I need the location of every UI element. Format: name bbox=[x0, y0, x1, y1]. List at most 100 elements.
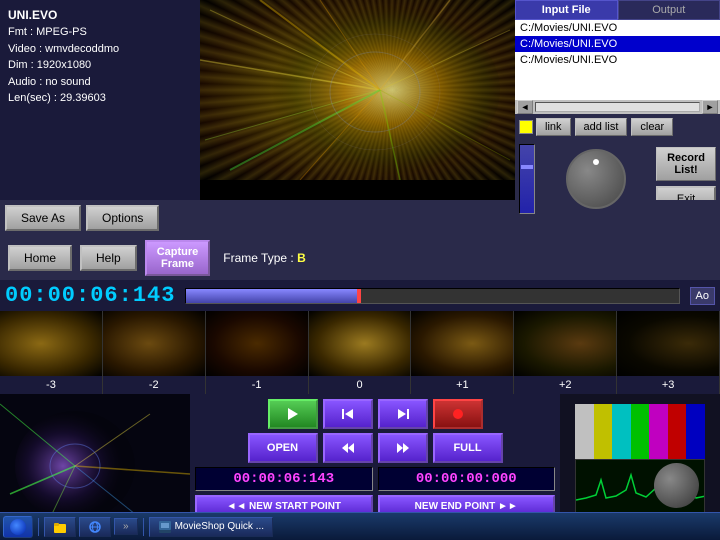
format-label: Fmt : bbox=[8, 26, 33, 38]
record-list-button[interactable]: Record List! bbox=[656, 147, 716, 181]
bottom-section: OPEN FULL 00:00:06:143 bbox=[0, 394, 720, 523]
record-button[interactable] bbox=[433, 399, 483, 429]
color-bars bbox=[575, 404, 705, 459]
capture-frame-button[interactable]: CaptureFrame bbox=[145, 240, 211, 276]
thumb-item-p1[interactable]: +1 bbox=[411, 311, 514, 394]
file-item-3[interactable]: C:/Movies/UNI.EVO bbox=[515, 52, 720, 68]
nav-row: Home Help CaptureFrame Frame Type : B bbox=[0, 236, 720, 280]
volume-slider[interactable] bbox=[519, 144, 535, 214]
scroll-track[interactable] bbox=[535, 102, 700, 112]
play-icon bbox=[286, 407, 300, 421]
current-tc-display: 00:00:06:143 bbox=[195, 467, 373, 491]
step-back-button[interactable] bbox=[323, 399, 373, 429]
record-list-label: Record List! bbox=[667, 152, 705, 176]
color-bar-0 bbox=[575, 404, 594, 459]
start-button[interactable] bbox=[3, 516, 33, 538]
save-options-row: Save As Options bbox=[0, 200, 720, 236]
input-output-tabs: Input File Output bbox=[515, 0, 720, 20]
full-button[interactable]: FULL bbox=[433, 433, 503, 463]
thumb-img-1 bbox=[103, 311, 205, 376]
step-fwd-button[interactable] bbox=[378, 399, 428, 429]
filename: UNI.EVO bbox=[8, 6, 192, 24]
color-bar-6 bbox=[686, 404, 705, 459]
thumb-item-p3[interactable]: +3 bbox=[617, 311, 720, 394]
thumb-label-3: 0 bbox=[356, 376, 362, 394]
taskbar-btn-ie[interactable] bbox=[79, 517, 111, 537]
dim-value: 1920x1080 bbox=[37, 59, 91, 71]
taskbar-btn-folder[interactable] bbox=[44, 517, 76, 537]
scroll-right-btn[interactable]: ► bbox=[702, 100, 718, 114]
thumb-img-5 bbox=[514, 311, 616, 376]
waveform-scope bbox=[575, 459, 705, 514]
thumb-item-m3[interactable]: -3 bbox=[0, 311, 103, 394]
transport-row-3: 00:00:06:143 00:00:00:000 bbox=[195, 467, 555, 491]
taskbar-btn-more[interactable]: » bbox=[114, 518, 138, 535]
tab-input-file[interactable]: Input File bbox=[515, 0, 618, 20]
file-scrollbar: ◄ ► bbox=[515, 100, 720, 114]
frame-type-display: Frame Type : B bbox=[218, 251, 311, 265]
step-fwd-icon bbox=[396, 407, 410, 421]
ie-icon bbox=[88, 520, 102, 534]
home-button[interactable]: Home bbox=[8, 245, 72, 271]
thumb-item-m2[interactable]: -2 bbox=[103, 311, 206, 394]
format-value: MPEG-PS bbox=[36, 26, 87, 38]
tab-output[interactable]: Output bbox=[618, 0, 720, 20]
thumb-img-3 bbox=[309, 311, 411, 376]
color-bar-3 bbox=[631, 404, 650, 459]
options-button[interactable]: Options bbox=[86, 205, 159, 231]
link-checkbox[interactable] bbox=[519, 120, 533, 134]
transport-row-2: OPEN FULL bbox=[195, 433, 555, 463]
slider-thumb bbox=[521, 165, 533, 169]
clear-button[interactable]: clear bbox=[631, 118, 673, 136]
audio-value: no sound bbox=[45, 76, 90, 88]
video-value: wmvdecoddmo bbox=[45, 43, 119, 55]
taskbar-app-label: MovieShop Quick ... bbox=[175, 521, 264, 532]
app-icon bbox=[158, 520, 172, 534]
rewind-icon bbox=[341, 441, 355, 455]
link-btn-container: link bbox=[519, 118, 571, 136]
color-bar-5 bbox=[668, 404, 687, 459]
color-bar-4 bbox=[649, 404, 668, 459]
progress-bar[interactable] bbox=[185, 288, 679, 304]
file-item-1[interactable]: C:/Movies/UNI.EVO bbox=[515, 20, 720, 36]
fast-fwd-icon bbox=[396, 441, 410, 455]
step-back-icon bbox=[341, 407, 355, 421]
video-label: Video : bbox=[8, 43, 42, 55]
dim-line: Dim : 1920x1080 bbox=[8, 57, 192, 74]
progress-thumb bbox=[357, 289, 361, 303]
transport-area: OPEN FULL 00:00:06:143 bbox=[190, 394, 560, 523]
thumb-label-5: +2 bbox=[559, 376, 572, 394]
len-line: Len(sec) : 29.39603 bbox=[8, 90, 192, 107]
taskbar-app-btn[interactable]: MovieShop Quick ... bbox=[149, 517, 273, 537]
fast-fwd-button[interactable] bbox=[378, 433, 428, 463]
thumb-img-4 bbox=[411, 311, 513, 376]
progress-fill bbox=[186, 289, 358, 303]
scroll-left-btn[interactable]: ◄ bbox=[517, 100, 533, 114]
scope-area bbox=[560, 394, 720, 523]
thumb-label-4: +1 bbox=[456, 376, 469, 394]
controls-area: Save As Options Home Help CaptureFrame F… bbox=[0, 200, 720, 280]
len-label: Len(sec) : bbox=[8, 92, 57, 104]
add-list-button[interactable]: add list bbox=[575, 118, 628, 136]
file-list: C:/Movies/UNI.EVO C:/Movies/UNI.EVO C:/M… bbox=[515, 20, 720, 100]
ao-label: Ao bbox=[690, 287, 715, 305]
audio-line: Audio : no sound bbox=[8, 74, 192, 91]
taskbar-divider-2 bbox=[143, 518, 144, 536]
level-knob[interactable] bbox=[566, 149, 626, 209]
play-button[interactable] bbox=[268, 399, 318, 429]
capture-frame-label: CaptureFrame bbox=[157, 246, 199, 270]
save-as-button[interactable]: Save As bbox=[5, 205, 81, 231]
help-button[interactable]: Help bbox=[80, 245, 137, 271]
transport-row-1 bbox=[195, 399, 555, 429]
open-button[interactable]: OPEN bbox=[248, 433, 318, 463]
file-item-2[interactable]: C:/Movies/UNI.EVO bbox=[515, 36, 720, 52]
link-button[interactable]: link bbox=[536, 118, 571, 136]
thumb-item-m1[interactable]: -1 bbox=[206, 311, 309, 394]
main-container: UNI.EVO Fmt : MPEG-PS Video : wmvdecoddm… bbox=[0, 0, 720, 512]
dim-label: Dim : bbox=[8, 59, 34, 71]
thumb-item-p2[interactable]: +2 bbox=[514, 311, 617, 394]
rewind-button[interactable] bbox=[323, 433, 373, 463]
color-bar-2 bbox=[612, 404, 631, 459]
thumb-item-0[interactable]: 0 bbox=[309, 311, 412, 394]
thumbnails-section: -3-2-1 0 +1 +2 +3 bbox=[0, 311, 720, 394]
